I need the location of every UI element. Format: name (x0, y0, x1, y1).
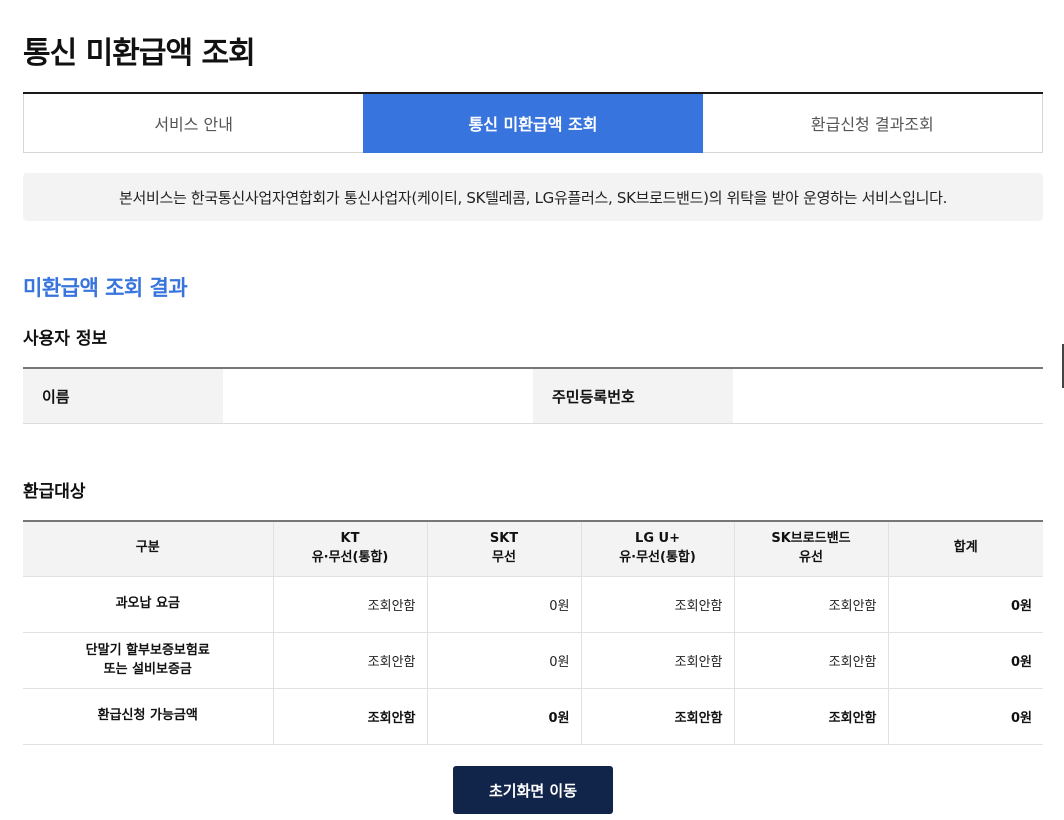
cell-skt: 0원 (426, 576, 581, 633)
cell-kt: 조회안함 (272, 688, 427, 745)
row-label-text: 단말기 할부보증보험료 (85, 642, 210, 658)
tab-service-guide[interactable]: 서비스 안내 (23, 94, 364, 153)
header-kt-name: KT (340, 530, 360, 546)
header-skb-type: 유선 (799, 549, 823, 565)
rrn-value (733, 369, 1043, 423)
row-label: 과오납 요금 (23, 576, 273, 633)
tab-refund-inquiry[interactable]: 통신 미환급액 조회 (363, 94, 703, 153)
refund-target-title: 환급대상 (23, 482, 86, 502)
user-info-title: 사용자 정보 (23, 329, 108, 349)
cell-skb: 조회안함 (733, 576, 888, 633)
header-category-label: 구분 (135, 540, 160, 556)
cell-total: 0원 (887, 688, 1043, 745)
refund-table: 구분 KT 유·무선(통합) SKT 무선 LG U+ 유·무선(통합) SK브로드밴… (23, 520, 1043, 745)
cell-total: 0원 (887, 632, 1043, 689)
cell-lgu: 조회안함 (580, 688, 734, 745)
table-row: 과오납 요금 조회안함 0원 조회안함 조회안함 0원 (23, 576, 1043, 633)
header-kt: KT 유·무선(통합) (272, 521, 427, 577)
cell-skb: 조회안함 (733, 632, 888, 689)
tab-refund-result[interactable]: 환급신청 결과조회 (702, 94, 1043, 153)
page-title: 통신 미환급액 조회 (23, 36, 256, 71)
header-kt-type: 유·무선(통합) (311, 549, 389, 565)
header-skt: SKT 무선 (426, 521, 581, 577)
header-lgu-type: 유·무선(통합) (619, 549, 696, 565)
row-label-text: 과오납 요금 (115, 596, 180, 612)
name-label: 이름 (23, 369, 223, 423)
table-row: 단말기 할부보증보험료또는 설비보증금 조회안함 0원 조회안함 조회안함 0원 (23, 632, 1043, 689)
table-row: 환급신청 가능금액 조회안함 0원 조회안함 조회안함 0원 (23, 688, 1043, 745)
table-header-row: 구분 KT 유·무선(통합) SKT 무선 LG U+ 유·무선(통합) SK브로드밴… (23, 521, 1043, 577)
cell-skt: 0원 (426, 632, 581, 689)
user-info-table: 이름 주민등록번호 (23, 367, 1043, 424)
header-category: 구분 (23, 521, 273, 577)
header-skb: SK브로드밴드유선 (733, 521, 888, 577)
cell-total: 0원 (887, 576, 1043, 633)
header-lgu: LG U+ 유·무선(통합) (580, 521, 734, 577)
header-total: 합계 (887, 521, 1043, 577)
result-section-title: 미환급액 조회 결과 (23, 276, 188, 300)
row-label: 환급신청 가능금액 (23, 688, 273, 745)
cell-skt: 0원 (426, 688, 581, 745)
row-label-text-line2: 또는 설비보증금 (103, 662, 192, 677)
cell-skb: 조회안함 (733, 688, 888, 745)
tab-bar: 서비스 안내 통신 미환급액 조회 환급신청 결과조회 (23, 92, 1043, 153)
cell-lgu: 조회안함 (580, 576, 734, 633)
header-skb-name: SK브로드밴드 (771, 530, 851, 546)
header-skt-type: 무선 (492, 549, 516, 565)
cell-kt: 조회안함 (272, 632, 427, 689)
header-lgu-name: LG U+ (635, 530, 680, 546)
rrn-label: 주민등록번호 (533, 369, 733, 423)
name-value (223, 369, 533, 423)
header-skt-name: SKT (489, 530, 519, 546)
header-total-label: 합계 (953, 540, 978, 556)
cell-lgu: 조회안함 (580, 632, 734, 689)
go-home-button[interactable]: 초기화면 이동 (453, 766, 613, 814)
row-label-text: 환급신청 가능금액 (97, 708, 198, 724)
row-label: 단말기 할부보증보험료또는 설비보증금 (23, 632, 273, 689)
service-notice: 본서비스는 한국통신사업자연합회가 통신사업자(케이티, SK텔레콤, LG유플… (23, 173, 1043, 221)
cell-kt: 조회안함 (272, 576, 427, 633)
